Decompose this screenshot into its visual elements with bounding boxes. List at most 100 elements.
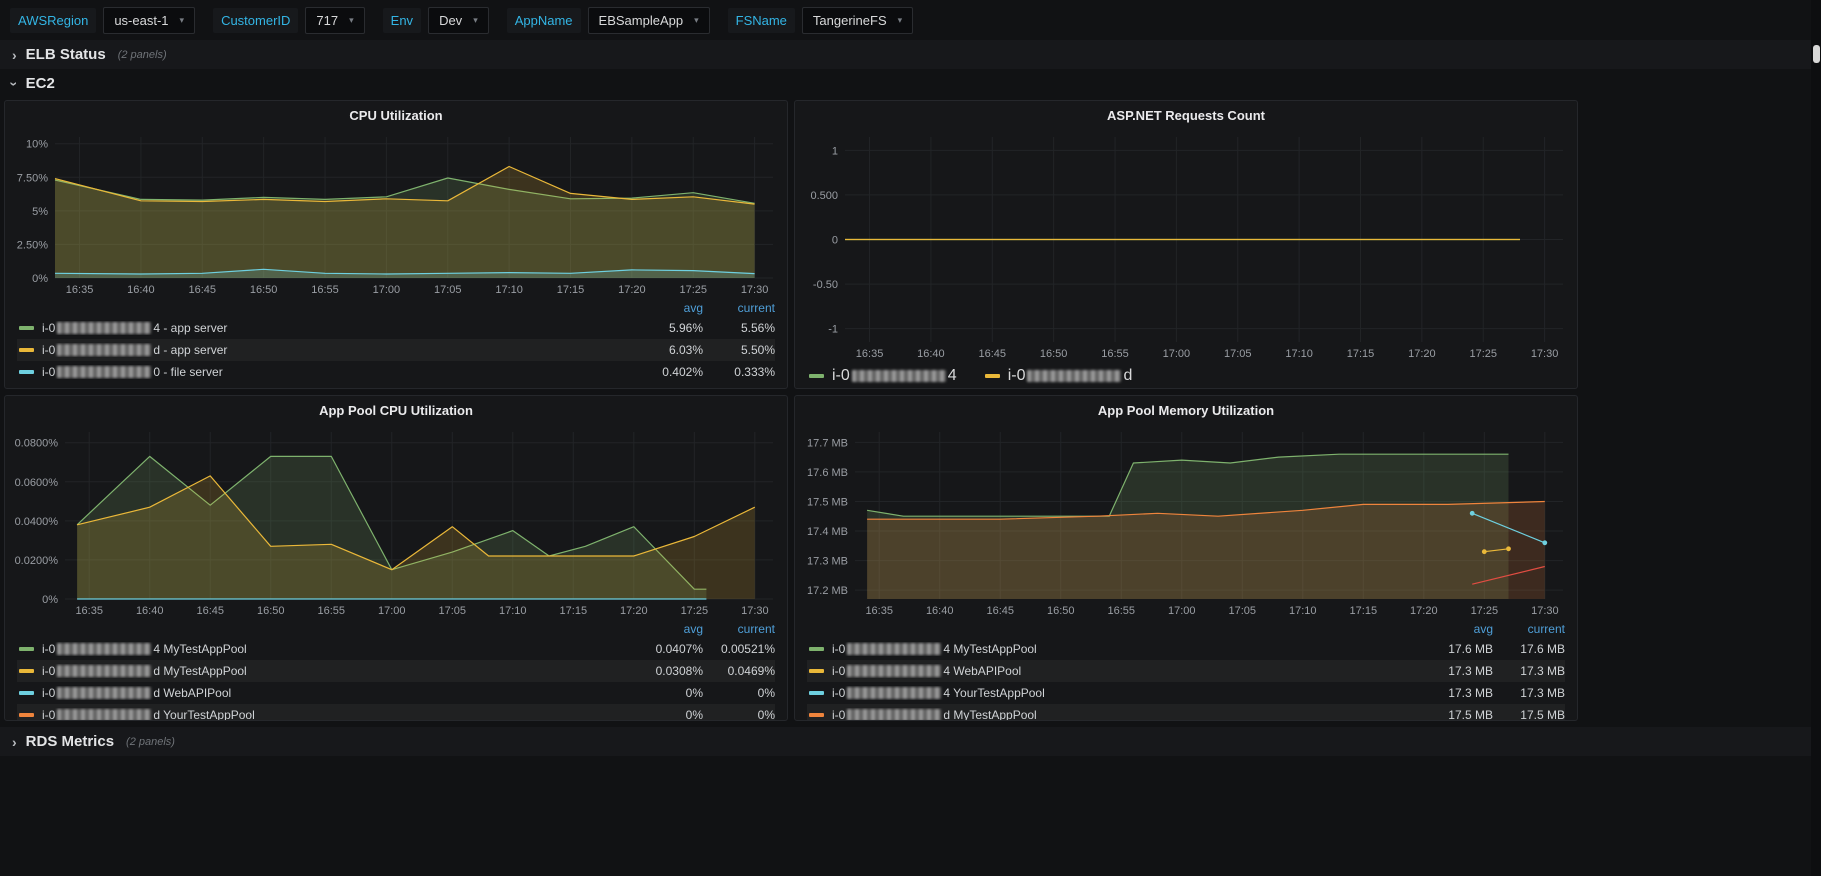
series-name[interactable]: i-0 d WebAPIPool bbox=[42, 686, 623, 700]
svg-text:17:00: 17:00 bbox=[1163, 348, 1191, 360]
svg-text:17:10: 17:10 bbox=[499, 605, 527, 617]
chevron-right-icon: › bbox=[12, 733, 17, 750]
variable-value-dropdown[interactable]: 717 ▾ bbox=[305, 7, 365, 34]
legend-col-current[interactable]: current bbox=[703, 301, 775, 315]
series-name[interactable]: i-0 d YourTestAppPool bbox=[42, 708, 623, 720]
panel-legend: avg current i-0 4 MyTestAppPool 0.0407% 0.005… bbox=[5, 620, 787, 720]
series-name[interactable]: i-0 4 - app server bbox=[42, 321, 623, 335]
series-color-marker[interactable] bbox=[19, 370, 34, 374]
legend-current-value: 17.3 MB bbox=[1520, 686, 1565, 700]
series-color-marker[interactable] bbox=[809, 647, 824, 651]
variable-value-dropdown[interactable]: TangerineFS ▾ bbox=[801, 7, 914, 34]
legend-col-current[interactable]: current bbox=[703, 622, 775, 636]
legend-avg-value: 17.5 MB bbox=[1448, 708, 1493, 721]
legend-row[interactable]: i-0 0 - file server 0.402% 0.333% bbox=[17, 361, 775, 383]
variable-current-value: Dev bbox=[439, 13, 463, 28]
legend-row[interactable]: i-0 d - app server 6.03% 5.50% bbox=[17, 339, 775, 361]
panel-title[interactable]: ASP.NET Requests Count bbox=[795, 101, 1577, 127]
legend-col-avg[interactable]: avg bbox=[623, 301, 703, 315]
app-pool-cpu-chart[interactable]: 16:35 16:40 16:45 16:50 16:55 17:00 17:05 17:10… bbox=[5, 422, 787, 620]
svg-text:0: 0 bbox=[832, 235, 838, 247]
app-pool-memory-chart[interactable]: 16:35 16:40 16:45 16:50 16:55 17:00 17:05 17:10… bbox=[795, 422, 1577, 620]
legend-row[interactable]: i-0 4 MyTestAppPool 0.0407% 0.00521% bbox=[17, 638, 775, 660]
svg-text:17:25: 17:25 bbox=[1469, 348, 1497, 360]
panel-title[interactable]: CPU Utilization bbox=[5, 101, 787, 127]
dashboard-row-elb-status[interactable]: › ELB Status (2 panels) bbox=[0, 40, 1821, 69]
svg-text:17:20: 17:20 bbox=[618, 284, 646, 296]
legend-header: avg current bbox=[807, 620, 1565, 638]
legend-item[interactable]: i-0 d bbox=[983, 367, 1133, 385]
variable-label: FSName bbox=[727, 8, 795, 33]
page-scrollbar[interactable] bbox=[1811, 0, 1821, 876]
series-color-marker[interactable] bbox=[19, 691, 34, 695]
series-name[interactable]: i-0 d - app server bbox=[42, 343, 623, 357]
legend-col-avg[interactable]: avg bbox=[623, 622, 703, 636]
legend-row[interactable]: i-0 4 WebAPIPool 17.3 MB 17.3 MB bbox=[807, 660, 1565, 682]
series-name[interactable]: i-0 4 bbox=[832, 367, 957, 385]
dashboard-row-ec2[interactable]: › EC2 bbox=[0, 69, 1821, 98]
svg-text:17:05: 17:05 bbox=[434, 284, 462, 296]
legend-avg-value: 0.402% bbox=[662, 365, 703, 379]
legend-row[interactable]: i-0 d WebAPIPool 0% 0% bbox=[17, 682, 775, 704]
row-panel-count: (2 panels) bbox=[117, 48, 167, 61]
series-color-marker[interactable] bbox=[809, 713, 824, 717]
legend-current-value: 17.6 MB bbox=[1520, 642, 1565, 656]
redacted-instance-id bbox=[847, 665, 942, 677]
series-name[interactable]: i-0 4 MyTestAppPool bbox=[832, 642, 1413, 656]
legend-current-value: 17.5 MB bbox=[1520, 708, 1565, 721]
svg-text:17:20: 17:20 bbox=[1408, 348, 1436, 360]
chevron-down-icon: ▾ bbox=[473, 15, 478, 25]
row-title: RDS Metrics bbox=[25, 733, 115, 750]
series-name[interactable]: i-0 d MyTestAppPool bbox=[832, 708, 1413, 720]
panel-title[interactable]: App Pool Memory Utilization bbox=[795, 396, 1577, 422]
svg-text:17:15: 17:15 bbox=[1347, 348, 1375, 360]
svg-text:17.5 MB: 17.5 MB bbox=[807, 496, 848, 508]
series-color-marker[interactable] bbox=[809, 691, 824, 695]
legend-col-current[interactable]: current bbox=[1493, 622, 1565, 636]
svg-text:0%: 0% bbox=[32, 273, 48, 285]
series-color-marker[interactable] bbox=[19, 326, 34, 330]
svg-text:16:40: 16:40 bbox=[926, 605, 954, 617]
legend-row[interactable]: i-0 4 - app server 5.96% 5.56% bbox=[17, 317, 775, 339]
svg-text:17:25: 17:25 bbox=[679, 284, 707, 296]
series-name[interactable]: i-0 4 WebAPIPool bbox=[832, 664, 1413, 678]
dashboard-row-rds-metrics[interactable]: › RDS Metrics (2 panels) bbox=[0, 727, 1821, 756]
series-color-marker[interactable] bbox=[19, 713, 34, 717]
scrollbar-thumb[interactable] bbox=[1813, 45, 1820, 63]
legend-row[interactable]: i-0 d MyTestAppPool 17.5 MB 17.5 MB bbox=[807, 704, 1565, 721]
panel-grid: CPU Utilization 16:35 16:40 16:45 16:50 16:5… bbox=[4, 100, 1821, 721]
legend-row[interactable]: i-0 4 YourTestAppPool 17.3 MB 17.3 MB bbox=[807, 682, 1565, 704]
variable-value-dropdown[interactable]: EBSampleApp ▾ bbox=[587, 7, 710, 34]
series-color-marker[interactable] bbox=[984, 374, 1000, 378]
series-name[interactable]: i-0 4 MyTestAppPool bbox=[42, 642, 623, 656]
series-color-marker[interactable] bbox=[19, 647, 34, 651]
legend-avg-value: 17.3 MB bbox=[1448, 686, 1493, 700]
series-name[interactable]: i-0 d MyTestAppPool bbox=[42, 664, 623, 678]
legend-row[interactable]: i-0 d YourTestAppPool 0% 0% bbox=[17, 704, 775, 720]
legend-row[interactable]: i-0 d MyTestAppPool 0.0308% 0.0469% bbox=[17, 660, 775, 682]
cpu-utilization-chart[interactable]: 16:35 16:40 16:45 16:50 16:55 17:00 17:05 17:10… bbox=[5, 127, 787, 299]
series-color-marker[interactable] bbox=[19, 348, 34, 352]
variable-value-dropdown[interactable]: Dev ▾ bbox=[428, 7, 489, 34]
svg-text:16:40: 16:40 bbox=[917, 348, 945, 360]
panel-title[interactable]: App Pool CPU Utilization bbox=[5, 396, 787, 422]
variable-label: CustomerID bbox=[213, 8, 299, 33]
variable-value-dropdown[interactable]: us-east-1 ▾ bbox=[103, 7, 196, 34]
series-name[interactable]: i-0 4 YourTestAppPool bbox=[832, 686, 1413, 700]
redacted-instance-id bbox=[847, 709, 942, 720]
legend-row[interactable]: i-0 4 MyTestAppPool 17.6 MB 17.6 MB bbox=[807, 638, 1565, 660]
panel-legend: i-0 4 i-0 d bbox=[795, 363, 1577, 387]
svg-text:17:10: 17:10 bbox=[1289, 605, 1317, 617]
legend-header: avg current bbox=[17, 299, 775, 317]
svg-text:7.50%: 7.50% bbox=[17, 172, 48, 184]
series-name[interactable]: i-0 d bbox=[1008, 367, 1133, 385]
panel-app-pool-cpu-utilization: App Pool CPU Utilization 16:35 16:40 16:45… bbox=[4, 395, 788, 721]
series-color-marker[interactable] bbox=[19, 669, 34, 673]
series-name[interactable]: i-0 0 - file server bbox=[42, 365, 623, 379]
aspnet-requests-chart[interactable]: 16:35 16:40 16:45 16:50 16:55 17:00 17:05 17:10… bbox=[795, 127, 1577, 363]
legend-col-avg[interactable]: avg bbox=[1413, 622, 1493, 636]
panel-aspnet-requests-count: ASP.NET Requests Count 16:35 16:40 16:45 16… bbox=[794, 100, 1578, 389]
series-color-marker[interactable] bbox=[809, 374, 824, 378]
series-color-marker[interactable] bbox=[809, 669, 824, 673]
legend-item[interactable]: i-0 4 bbox=[807, 367, 957, 385]
